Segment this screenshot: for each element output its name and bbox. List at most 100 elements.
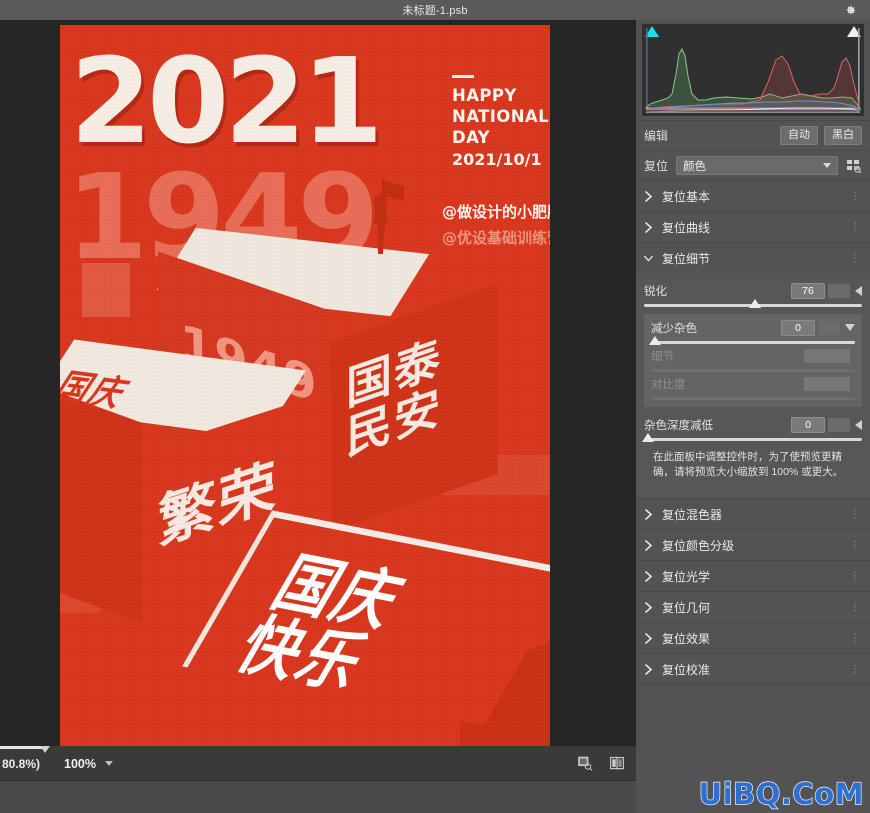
sharpen-knob[interactable] [748,299,761,308]
noise-reduction-track[interactable] [649,336,855,345]
section-overflow-dots[interactable]: ⋮ [850,664,860,675]
chevron-right-icon [644,601,653,613]
zoom-slider-fill [0,746,42,749]
caret-left-icon[interactable] [855,419,862,430]
chevron-right-icon [644,570,653,582]
zoom-slider-handle[interactable] [40,746,50,753]
person-with-flag-figure [374,179,404,254]
section-overflow-dots[interactable]: ⋮ [850,253,860,264]
edit-buttons: 自动 黑白 [780,126,862,145]
sidebar-item-effects[interactable]: 复位效果 ⋮ [636,622,870,654]
sharpen-value[interactable]: 76 [791,282,825,299]
noise-reduction-slider-group: 减少杂色 0 [649,319,855,345]
camera-raw-right-panel: 编辑 自动 黑白 复位 颜色 复位基本 ⋮ 复位曲线 ⋮ 复位细节 ⋮ 锐化 7… [636,20,870,813]
zoom-preset-label[interactable]: 100% [64,757,96,771]
section-label: 复位细节 [662,251,711,266]
zoom-slider[interactable] [0,746,636,753]
chevron-right-icon [644,221,653,233]
gear-icon[interactable] [842,2,858,18]
section-overflow-dots[interactable]: ⋮ [850,633,860,644]
color-noise-knob[interactable] [642,433,654,442]
sharpen-label: 锐化 [644,285,667,298]
sharpen-header: 锐化 76 [644,282,862,299]
site-watermark: UiBQ.CoM [698,776,864,811]
grid-browse-icon-svg [847,159,862,173]
color-noise-header: 杂色深度减低 0 [644,416,862,433]
before-after-split-icon[interactable] [608,755,626,772]
sidebar-item-optics[interactable]: 复位光学 ⋮ [636,560,870,592]
chevron-down-icon[interactable] [105,761,114,766]
histogram-curves [644,28,862,113]
panel-end-divider [636,684,870,697]
section-overflow-dots[interactable]: ⋮ [850,191,860,202]
poster-english-block: HAPPY NATIONAL DAY 2021/10/1 [452,75,550,171]
sidebar-item-mixer[interactable]: 复位混色器 ⋮ [636,498,870,530]
profile-select-value: 颜色 [683,160,707,173]
chevron-right-icon [644,190,653,202]
section-label: 复位混色器 [662,507,723,522]
sidebar-item-detail[interactable]: 复位细节 ⋮ [636,242,870,273]
chevron-right-icon [644,663,653,675]
bottom-filler [0,781,636,813]
color-noise-value[interactable]: 0 [791,416,825,433]
color-noise-track[interactable] [642,433,862,442]
poster-english-line3: DAY [452,128,491,148]
noise-detail-slider-group: 细节 [651,347,855,372]
noise-contrast-value [804,376,850,391]
edit-label: 编辑 [644,129,669,143]
poster-artwork[interactable]: 1949 2021 HAPPY NATIONAL DAY 2021/10/1 @… [60,25,550,746]
section-overflow-dots[interactable]: ⋮ [850,571,860,582]
profile-browser-icon[interactable] [846,159,862,173]
histogram-plot [642,24,864,116]
chevron-right-icon [644,539,653,551]
preview-zoom-icon[interactable] [576,755,594,772]
poster-handle-2: @优设基础训练营 [441,229,550,248]
detail-help-note: 在此面板中调整控件时，为了使预览更精确，请将预览大小缩放到 100% 或更大。 [653,451,844,479]
edit-header-row: 编辑 自动 黑白 [636,120,870,150]
noise-contrast-slider-group: 对比度 [651,375,855,400]
histogram-panel[interactable] [636,20,870,120]
window-title: 未标题-1.psb [402,5,468,17]
sidebar-item-calibration[interactable]: 复位校准 ⋮ [636,653,870,685]
sharpen-value-spacer [828,283,850,298]
chevron-down-icon [823,163,831,168]
chevron-down-icon [644,255,653,262]
sidebar-item-basic[interactable]: 复位基本 ⋮ [636,180,870,211]
profile-select[interactable]: 颜色 [676,156,838,175]
sidebar-item-curve[interactable]: 复位曲线 ⋮ [636,211,870,242]
noise-reduction-header: 减少杂色 0 [651,319,855,336]
noise-contrast-header: 对比度 [651,375,855,392]
black-white-button[interactable]: 黑白 [824,126,862,145]
auto-button[interactable]: 自动 [780,126,818,145]
panel-scroll-region[interactable]: 编辑 自动 黑白 复位 颜色 复位基本 ⋮ 复位曲线 ⋮ 复位细节 ⋮ 锐化 7… [636,120,870,765]
section-overflow-dots[interactable]: ⋮ [850,222,860,233]
poster-english-line1: HAPPY [452,86,517,105]
zoom-percentage-label: 80.8%) [2,756,41,771]
sharpen-track[interactable] [644,299,862,308]
sharpen-slider-group: 锐化 76 [644,282,862,308]
canvas-area[interactable]: 1949 2021 HAPPY NATIONAL DAY 2021/10/1 @… [0,20,636,746]
profile-label: 复位 [644,159,669,173]
noise-reduction-knob[interactable] [649,336,661,345]
section-overflow-dots[interactable]: ⋮ [850,602,860,613]
section-overflow-dots[interactable]: ⋮ [850,540,860,551]
color-noise-label: 杂色深度减低 [644,419,713,432]
sidebar-item-geometry[interactable]: 复位几何 ⋮ [636,591,870,623]
profile-row: 复位 颜色 [636,150,870,180]
section-overflow-dots[interactable]: ⋮ [850,509,860,520]
noise-detail-label: 细节 [651,350,674,363]
caret-down-icon[interactable] [845,324,855,331]
detail-section-body: 锐化 76 减少杂色 0 细节 对比度 杂色深度减低 0 在此面板中调整控件时，… [636,273,870,499]
color-noise-value-spacer [828,417,850,432]
photoshop-camera-raw-window: 未标题-1.psb 1949 2021 HAPPY NATIONAL DAY 2… [0,0,870,813]
status-bar: 80.8%) 100% [0,746,636,781]
poster-date: 2021/10/1 [452,150,542,170]
section-label: 复位校准 [662,662,711,677]
caret-left-icon[interactable] [855,285,862,296]
poster-english-line2: NATIONAL [452,107,550,127]
noise-reduction-value[interactable]: 0 [781,319,815,336]
section-label: 复位效果 [662,631,711,646]
noise-reduction-label: 减少杂色 [651,322,697,335]
sidebar-item-color-grading[interactable]: 复位颜色分级 ⋮ [636,529,870,561]
noise-contrast-track [651,397,855,400]
